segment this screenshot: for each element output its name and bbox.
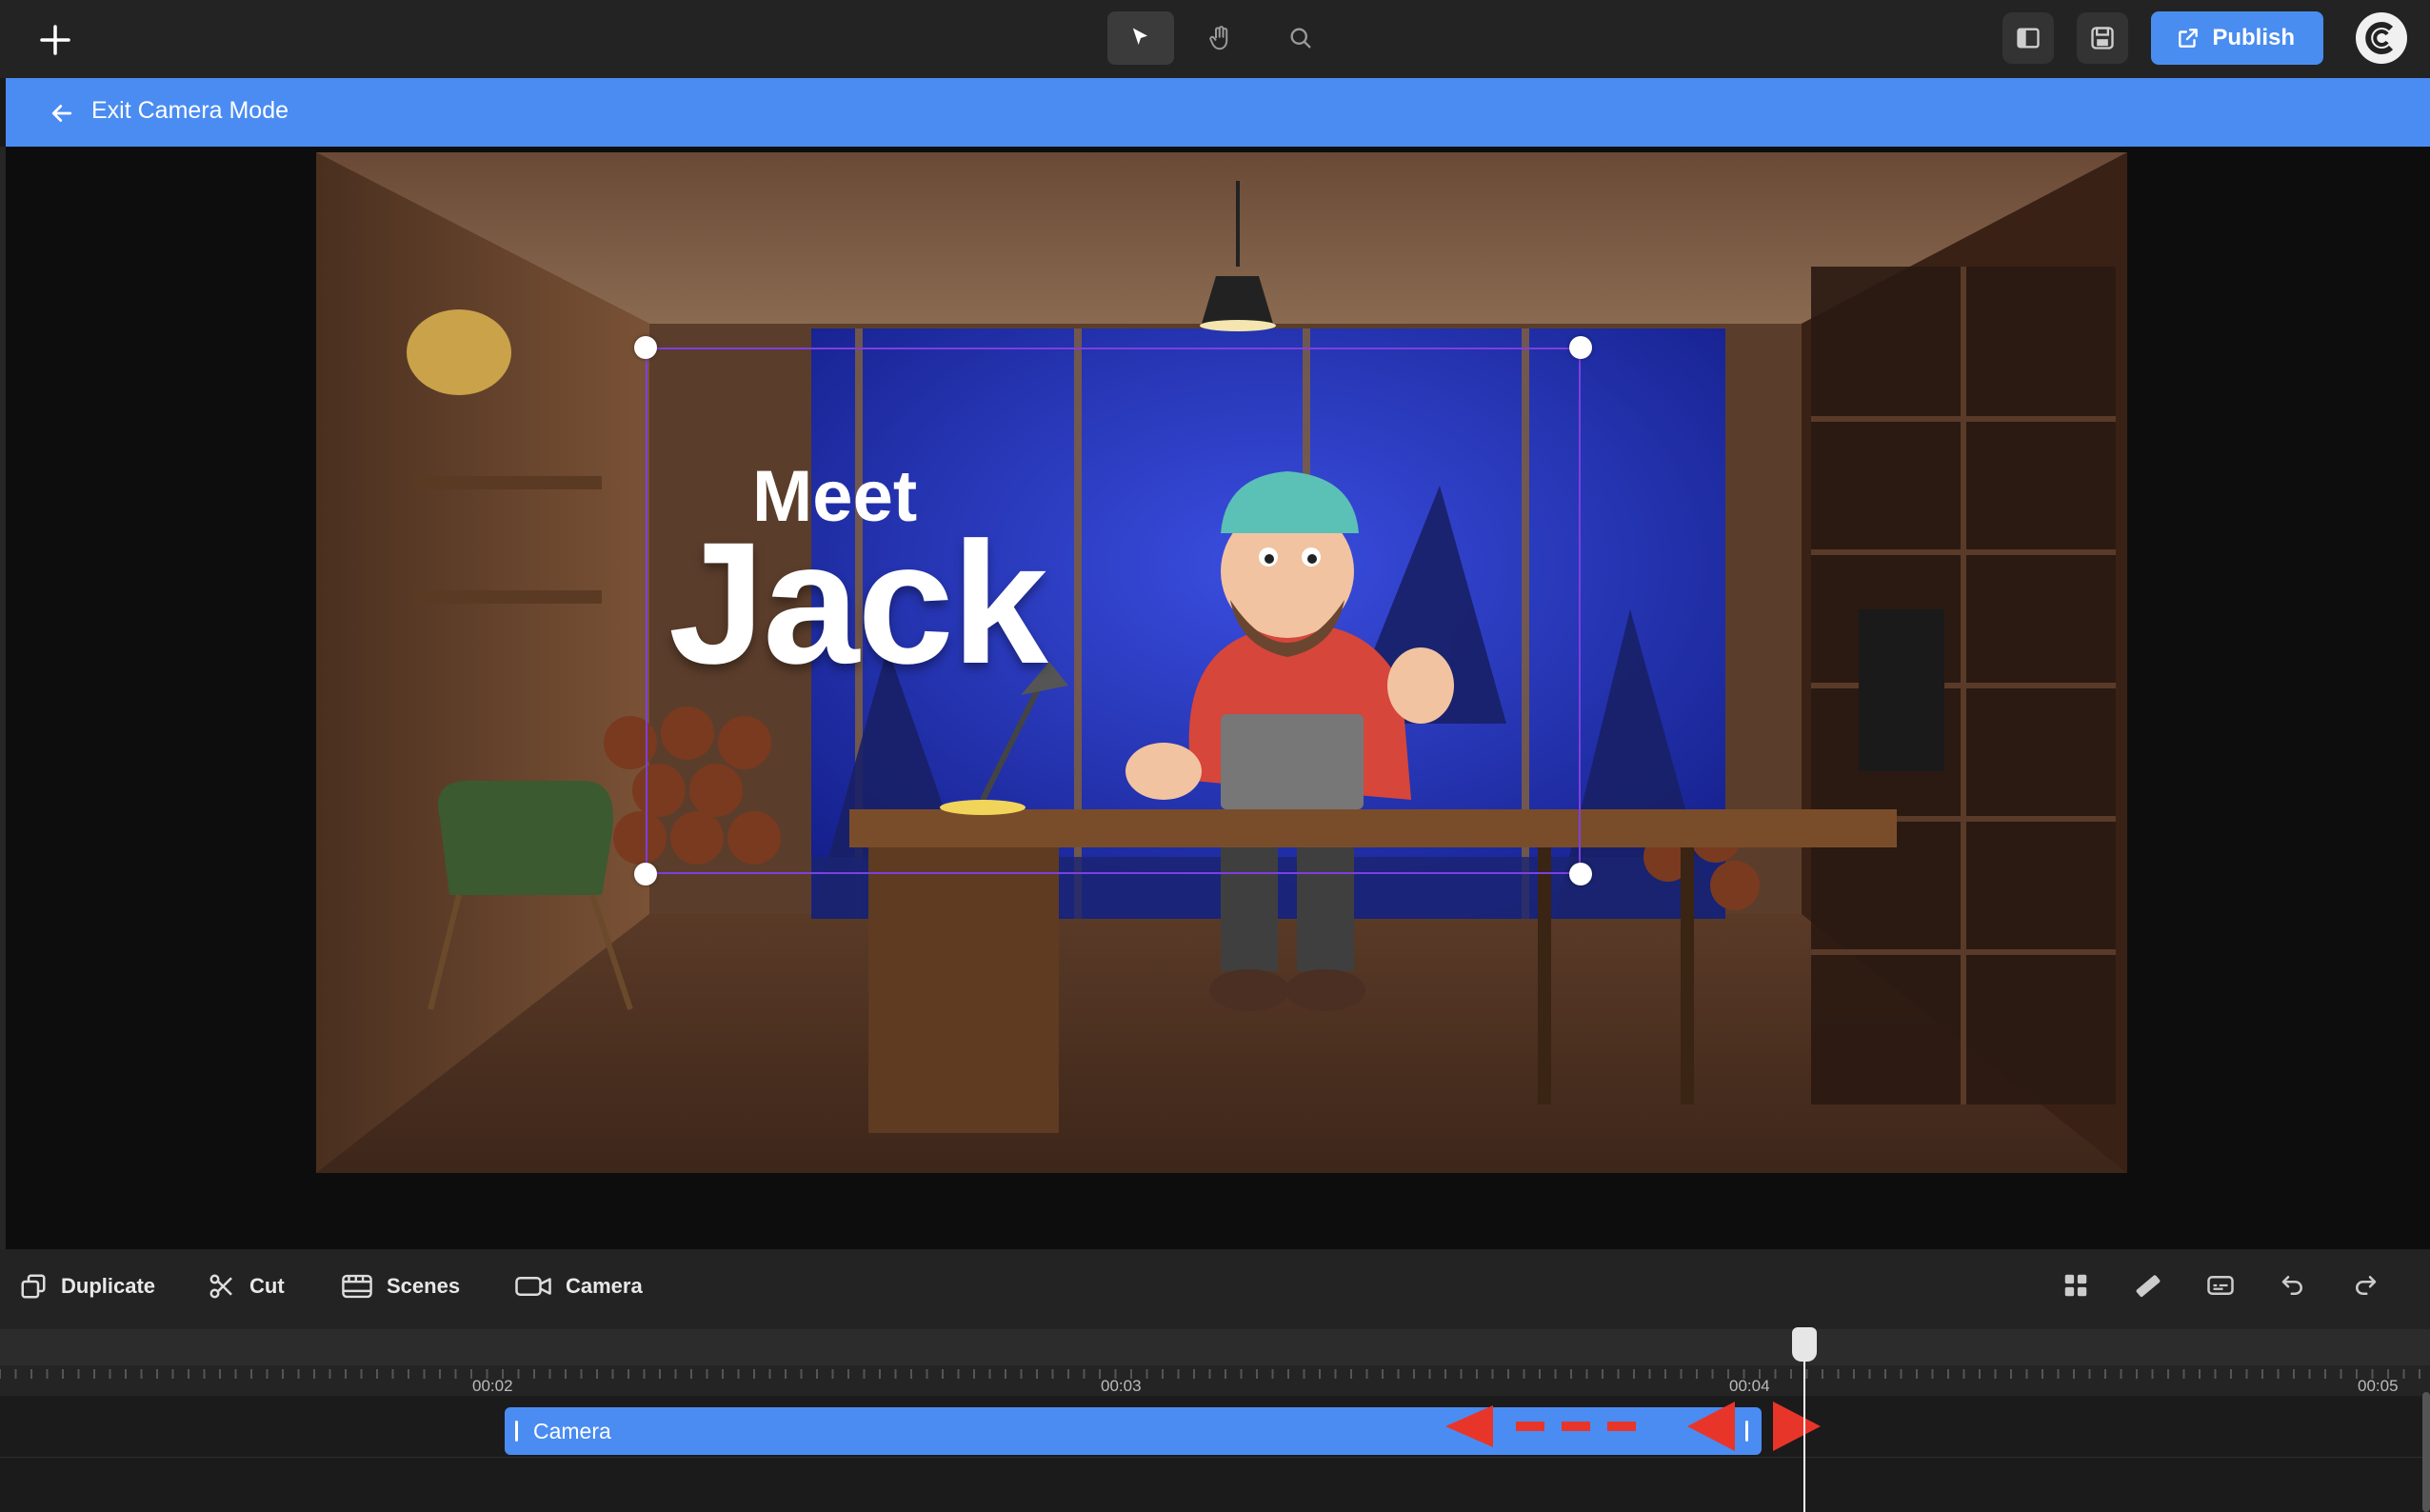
grid-icon[interactable] bbox=[2059, 1268, 2093, 1303]
zoom-tool-button[interactable] bbox=[1267, 11, 1334, 65]
scenes-icon bbox=[342, 1274, 372, 1299]
panel-icon bbox=[2017, 28, 2040, 49]
back-arrow-icon[interactable] bbox=[48, 99, 76, 132]
timeline[interactable]: 00:02 00:03 00:04 00:05 Camera bbox=[0, 1329, 2430, 1512]
scissors-icon bbox=[209, 1274, 232, 1299]
playhead-handle[interactable] bbox=[1792, 1327, 1817, 1362]
hand-tool-button[interactable] bbox=[1187, 11, 1254, 65]
exit-camera-mode-button[interactable]: Exit Camera Mode bbox=[91, 97, 289, 125]
publish-button[interactable]: Publish bbox=[2151, 11, 2323, 65]
timeline-ruler[interactable]: 00:02 00:03 00:04 00:05 bbox=[0, 1329, 2430, 1396]
tool-group bbox=[1107, 11, 1334, 65]
undo-icon[interactable] bbox=[2276, 1268, 2310, 1303]
add-icon[interactable] bbox=[34, 19, 76, 61]
clip-label: Camera bbox=[533, 1419, 611, 1443]
timeline-toolbar: Duplicate Cut Scenes Camera bbox=[0, 1249, 2430, 1329]
search-icon bbox=[1290, 28, 1311, 49]
duplicate-button[interactable]: Duplicate bbox=[19, 1272, 155, 1301]
tick-label: 00:02 bbox=[472, 1377, 513, 1395]
resize-handle-top-left[interactable] bbox=[634, 336, 657, 359]
camera-frame[interactable] bbox=[646, 348, 1581, 874]
cursor-icon bbox=[1132, 28, 1147, 45]
resize-handle-bottom-right[interactable] bbox=[1569, 863, 1592, 885]
user-avatar[interactable] bbox=[2356, 12, 2407, 64]
resize-handle-top-right[interactable] bbox=[1569, 336, 1592, 359]
top-right-tools: Publish bbox=[2002, 10, 2430, 67]
ruler-icon[interactable] bbox=[2131, 1268, 2165, 1303]
redo-icon[interactable] bbox=[2348, 1268, 2382, 1303]
tick-label: 00:05 bbox=[2358, 1377, 2399, 1395]
tick-label: 00:03 bbox=[1101, 1377, 1142, 1395]
scenes-label: Scenes bbox=[387, 1274, 461, 1298]
duplicate-label: Duplicate bbox=[61, 1274, 156, 1298]
resize-handle-bottom-left[interactable] bbox=[634, 863, 657, 885]
scenes-button[interactable]: Scenes bbox=[341, 1272, 460, 1301]
cut-label: Cut bbox=[249, 1274, 285, 1298]
drag-annotation-arrows bbox=[1445, 1402, 1821, 1451]
brand-logo-icon bbox=[2365, 22, 2394, 54]
save-icon bbox=[2091, 27, 2114, 50]
publish-label: Publish bbox=[2212, 25, 2295, 50]
cut-button[interactable]: Cut bbox=[208, 1272, 285, 1301]
timeline-scrollbar[interactable] bbox=[2422, 1392, 2430, 1512]
duplicate-icon bbox=[21, 1274, 46, 1299]
panel-toggle-button[interactable] bbox=[2002, 12, 2055, 64]
camera-mode-bar: Exit Camera Mode bbox=[6, 78, 2430, 147]
ruler-ticks bbox=[0, 1369, 2420, 1379]
top-bar: Publish bbox=[0, 0, 2430, 78]
hand-icon bbox=[1209, 26, 1228, 50]
select-tool-button[interactable] bbox=[1107, 11, 1174, 65]
camera-label: Camera bbox=[566, 1274, 643, 1298]
clip-left-handle[interactable] bbox=[515, 1421, 518, 1442]
external-link-icon bbox=[2179, 29, 2199, 48]
camera-button[interactable]: Camera bbox=[514, 1272, 643, 1301]
save-button[interactable] bbox=[2077, 12, 2129, 64]
captions-icon[interactable] bbox=[2203, 1268, 2238, 1303]
video-camera-icon bbox=[515, 1277, 551, 1296]
toolbar-right-icons bbox=[2059, 1268, 2382, 1303]
